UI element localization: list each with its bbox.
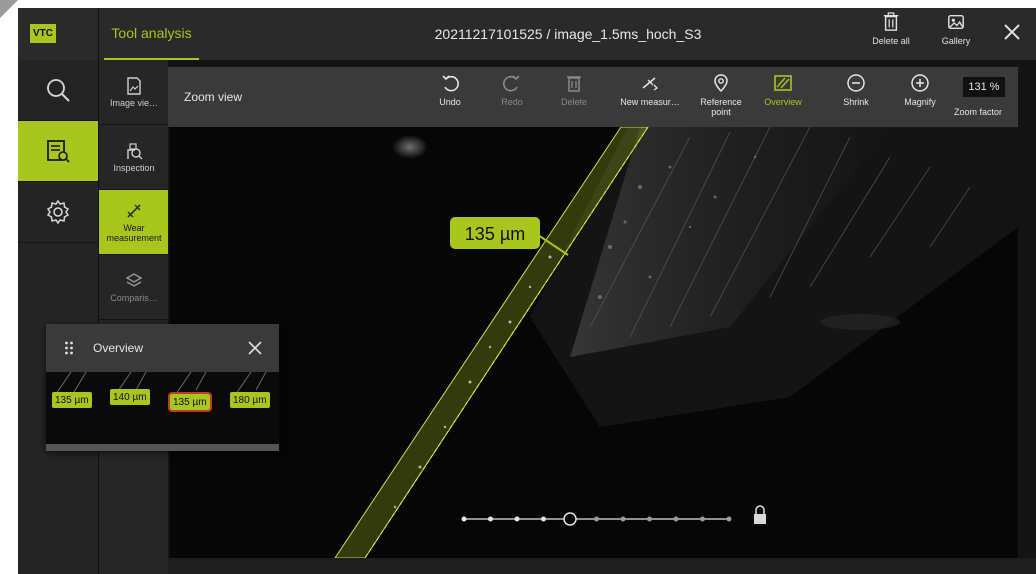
delete-all-button[interactable]: Delete all (866, 12, 916, 58)
subnav-item-image-view[interactable]: Image vie… (99, 60, 169, 125)
bottom-strip (168, 558, 1036, 574)
delete-button[interactable]: Delete (554, 73, 594, 107)
new-measurement-button[interactable]: New measur… (620, 73, 680, 107)
overview-tag[interactable]: 135 µm (52, 392, 92, 408)
overview-tag-selected[interactable]: 135 µm (168, 392, 212, 412)
subnav-item-wear-measurement[interactable]: Wear measurement (99, 190, 169, 255)
overview-panel-header[interactable]: Overview (46, 324, 279, 372)
app-title[interactable]: Tool analysis (104, 8, 199, 60)
trash-icon (883, 12, 899, 31)
overview-thumbnails (55, 372, 267, 395)
delete-label: Delete (560, 97, 587, 107)
gallery-button[interactable]: Gallery (931, 12, 981, 58)
close-icon[interactable] (247, 340, 263, 356)
subnav-label-comparison: Comparis… (110, 292, 158, 303)
overview-thumbnail-strip[interactable]: 135 µm 140 µm 135 µm 180 µm (46, 372, 279, 444)
location-pin-icon (714, 74, 728, 93)
search-icon (47, 79, 70, 102)
reference-point-button[interactable]: Reference point (696, 73, 746, 117)
redo-button[interactable]: Redo (492, 73, 532, 107)
file-title: 20211217101525 / image_1.5ms_hoch_S3 (434, 26, 702, 42)
pager-dot[interactable] (726, 516, 732, 522)
redo-icon (503, 75, 520, 92)
zoom-toolbar: Zoom view Undo Redo Delete New measur… R… (168, 67, 1018, 127)
zoom-in-icon (911, 74, 929, 92)
vtc-logo: VTC (30, 24, 56, 43)
redo-label: Redo (501, 97, 523, 107)
overview-icon (774, 75, 792, 91)
overview-label: Overview (764, 97, 802, 107)
subnav-label-wear-measurement: Wear measurement (106, 222, 162, 243)
pager-dot[interactable] (620, 516, 626, 522)
trash-icon (567, 76, 581, 92)
zoom-image-canvas[interactable]: 135 µm (170, 127, 1018, 558)
pager-dot[interactable] (700, 516, 705, 522)
image-view-icon (127, 76, 141, 95)
magnify-label: Magnify (904, 97, 936, 107)
pager-dot-current[interactable] (563, 512, 577, 526)
app-window: VTC Tool analysis 20211217101525 / image… (18, 8, 1036, 574)
pager-dot[interactable] (488, 516, 493, 522)
sidebar-item-tool-analysis[interactable] (18, 121, 98, 182)
zoom-factor-value[interactable]: 131 % (963, 77, 1005, 97)
shrink-button[interactable]: Shrink (836, 73, 876, 107)
pager-dot[interactable] (461, 516, 467, 522)
main-sidebar (18, 60, 98, 574)
reference-point-label: Reference point (700, 97, 742, 117)
sidebar-item-search[interactable] (18, 60, 98, 121)
gallery-icon (948, 14, 964, 30)
new-measurement-label: New measur… (620, 97, 680, 107)
overview-tag[interactable]: 140 µm (110, 389, 150, 405)
drag-handle-icon[interactable] (64, 341, 74, 355)
settings-icon (46, 199, 70, 225)
magnify-button[interactable]: Magnify (900, 73, 940, 107)
sub-navigation: Image vie… Inspection Wear measurement C… (98, 60, 169, 574)
delete-all-label: Delete all (872, 36, 910, 46)
overview-scrollbar[interactable] (46, 444, 279, 451)
tool-analysis-icon (47, 140, 70, 163)
image-pager[interactable] (461, 512, 732, 526)
zoom-view-title: Zoom view (184, 90, 243, 104)
undo-label: Undo (439, 97, 461, 107)
pager-dot[interactable] (673, 516, 679, 522)
zoom-out-icon (847, 74, 865, 92)
undo-button[interactable]: Undo (430, 73, 470, 107)
pager-dot[interactable] (514, 516, 520, 522)
measurement-value: 135 µm (465, 224, 525, 244)
subnav-item-comparison[interactable]: Comparis… (99, 255, 169, 320)
gallery-label: Gallery (941, 36, 971, 46)
lock-icon[interactable] (754, 505, 766, 524)
shrink-label: Shrink (843, 97, 869, 107)
pager-dot[interactable] (541, 516, 546, 522)
pager-dot[interactable] (594, 516, 599, 522)
subnav-label-image-view: Image vie… (109, 97, 159, 108)
subnav-item-inspection[interactable]: Inspection (99, 125, 169, 190)
tool-image: 135 µm (334, 127, 1018, 558)
zoom-factor-label: Zoom factor (954, 107, 1003, 117)
top-bar: VTC Tool analysis 20211217101525 / image… (18, 8, 1036, 60)
measure-icon (642, 77, 659, 91)
inspection-icon (127, 142, 143, 159)
overview-panel-title: Overview (93, 341, 144, 355)
close-icon[interactable] (1002, 22, 1022, 42)
overview-button[interactable]: Overview (758, 73, 808, 107)
sidebar-item-settings[interactable] (18, 182, 98, 243)
comparison-icon (125, 272, 143, 287)
pager-dot[interactable] (647, 516, 652, 522)
overview-tag[interactable]: 180 µm (230, 392, 270, 408)
subnav-label-inspection: Inspection (113, 162, 155, 173)
wear-measurement-icon (127, 203, 141, 218)
corner-marker (0, 0, 18, 18)
overview-panel: Overview 135 µm 140 µm 135 µm 180 µm (46, 324, 279, 451)
undo-icon (442, 75, 459, 92)
zoom-view-panel: Zoom view Undo Redo Delete New measur… R… (168, 60, 1036, 574)
